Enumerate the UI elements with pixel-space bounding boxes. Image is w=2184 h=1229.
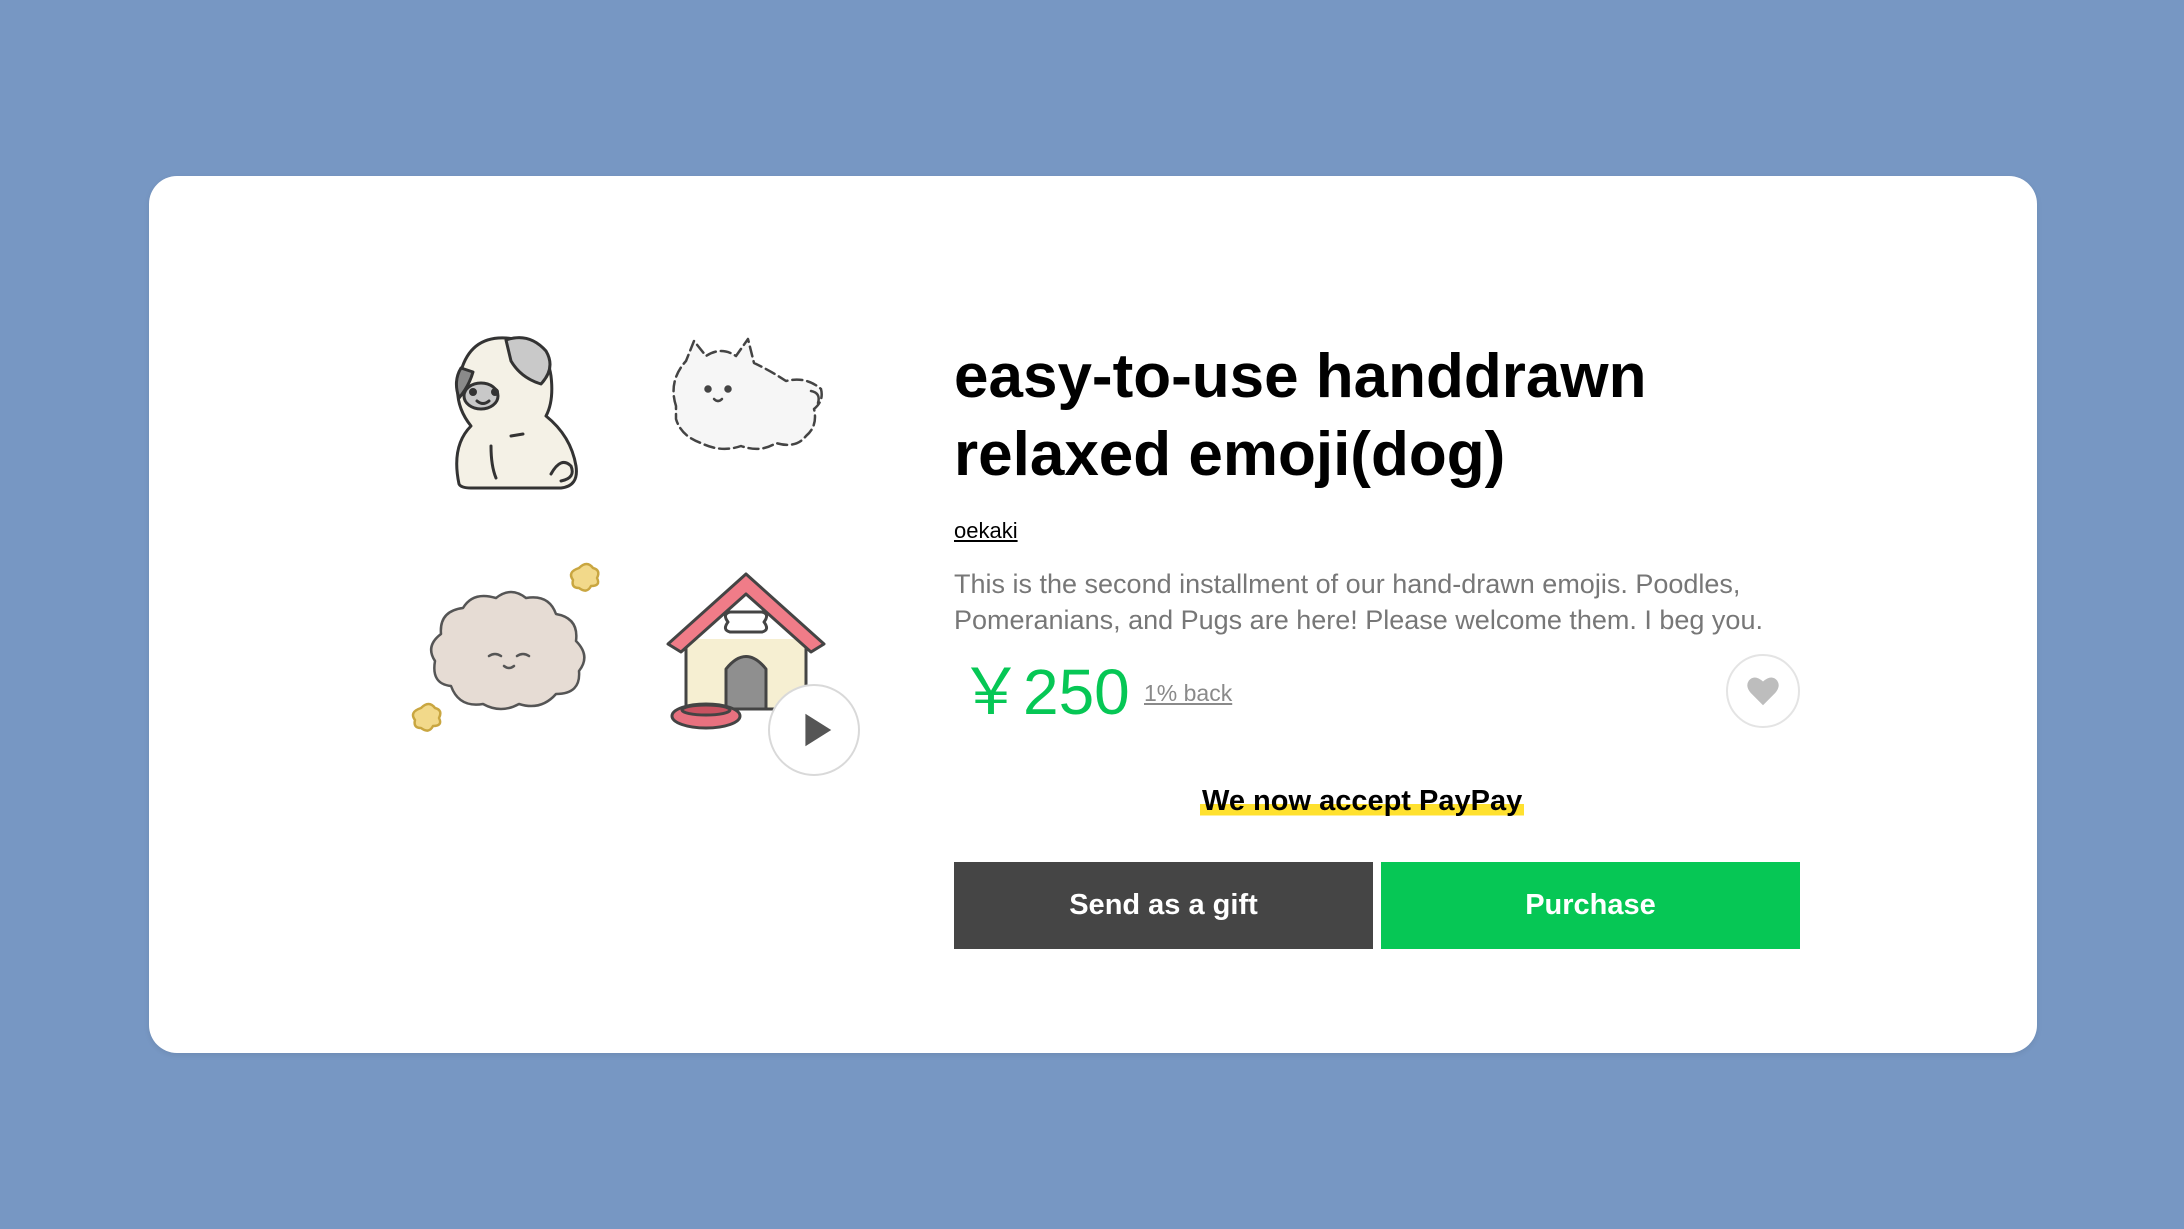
product-description: This is the second installment of our ha… [954,569,1763,635]
cashback-link[interactable]: 1% back [1144,680,1232,707]
play-icon [805,713,832,747]
product-price: ￥250 [959,656,1130,728]
product-card: easy-to-use handdrawn relaxed emoji(dog)… [149,176,2037,1053]
pug-sticker[interactable] [411,306,611,506]
play-preview-button[interactable] [768,684,860,776]
send-gift-button[interactable]: Send as a gift [954,862,1373,949]
pomeranian-sticker[interactable] [646,301,846,501]
heart-icon [1747,677,1779,706]
purchase-button[interactable]: Purchase [1381,862,1800,949]
product-title: easy-to-use handdrawn relaxed emoji(dog) [954,342,1647,489]
poodle-sticker[interactable] [411,546,611,746]
paypay-notice: We now accept PayPay [1200,785,1525,818]
author-link[interactable]: oekaki [954,518,1018,544]
favorite-button[interactable] [1726,654,1800,728]
